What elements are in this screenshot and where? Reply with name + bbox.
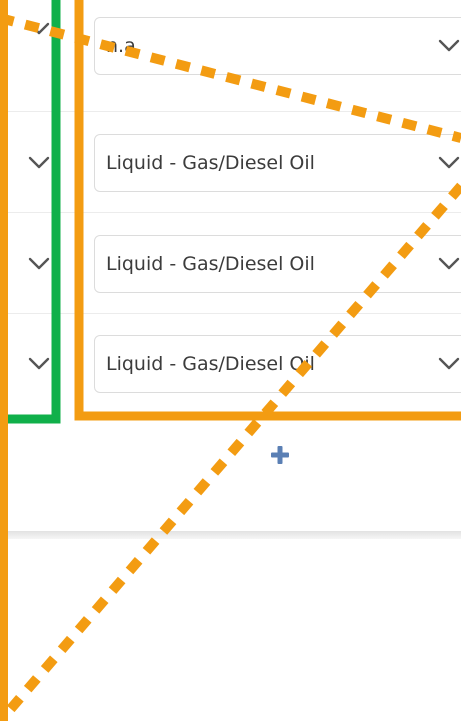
card-bottom-edge: [0, 531, 461, 539]
fuel-type-value: Liquid - Gas/Diesel Oil: [106, 353, 315, 375]
fuel-type-select-3[interactable]: Liquid - Gas/Diesel Oil: [94, 235, 461, 293]
row-divider: [0, 111, 461, 112]
chevron-down-icon: [28, 22, 50, 35]
chevron-down-icon: [438, 257, 460, 270]
form-viewport: n.a. Liquid - Gas/Diesel Oil Liquid - Ga…: [0, 0, 461, 721]
left-column-dropdown-2[interactable]: [0, 134, 54, 192]
fuel-type-value: n.a.: [106, 35, 142, 57]
plus-icon: [271, 446, 289, 464]
fuel-type-value: Liquid - Gas/Diesel Oil: [106, 253, 315, 275]
add-row-button[interactable]: [267, 442, 293, 468]
chevron-down-icon: [438, 357, 460, 370]
left-column-dropdown-1[interactable]: [0, 0, 54, 58]
chevron-down-icon: [28, 257, 50, 270]
chevron-down-icon: [438, 156, 460, 169]
left-column-dropdown-4[interactable]: [0, 335, 54, 393]
row-divider: [0, 212, 461, 213]
fuel-type-select-1[interactable]: n.a.: [94, 17, 461, 75]
fuel-type-select-4[interactable]: Liquid - Gas/Diesel Oil: [94, 335, 461, 393]
row-divider: [0, 313, 461, 314]
fuel-type-value: Liquid - Gas/Diesel Oil: [106, 152, 315, 174]
fuel-type-select-2[interactable]: Liquid - Gas/Diesel Oil: [94, 134, 461, 192]
chevron-down-icon: [28, 357, 50, 370]
chevron-down-icon: [28, 156, 50, 169]
chevron-down-icon: [438, 39, 460, 52]
left-column-dropdown-3[interactable]: [0, 235, 54, 293]
